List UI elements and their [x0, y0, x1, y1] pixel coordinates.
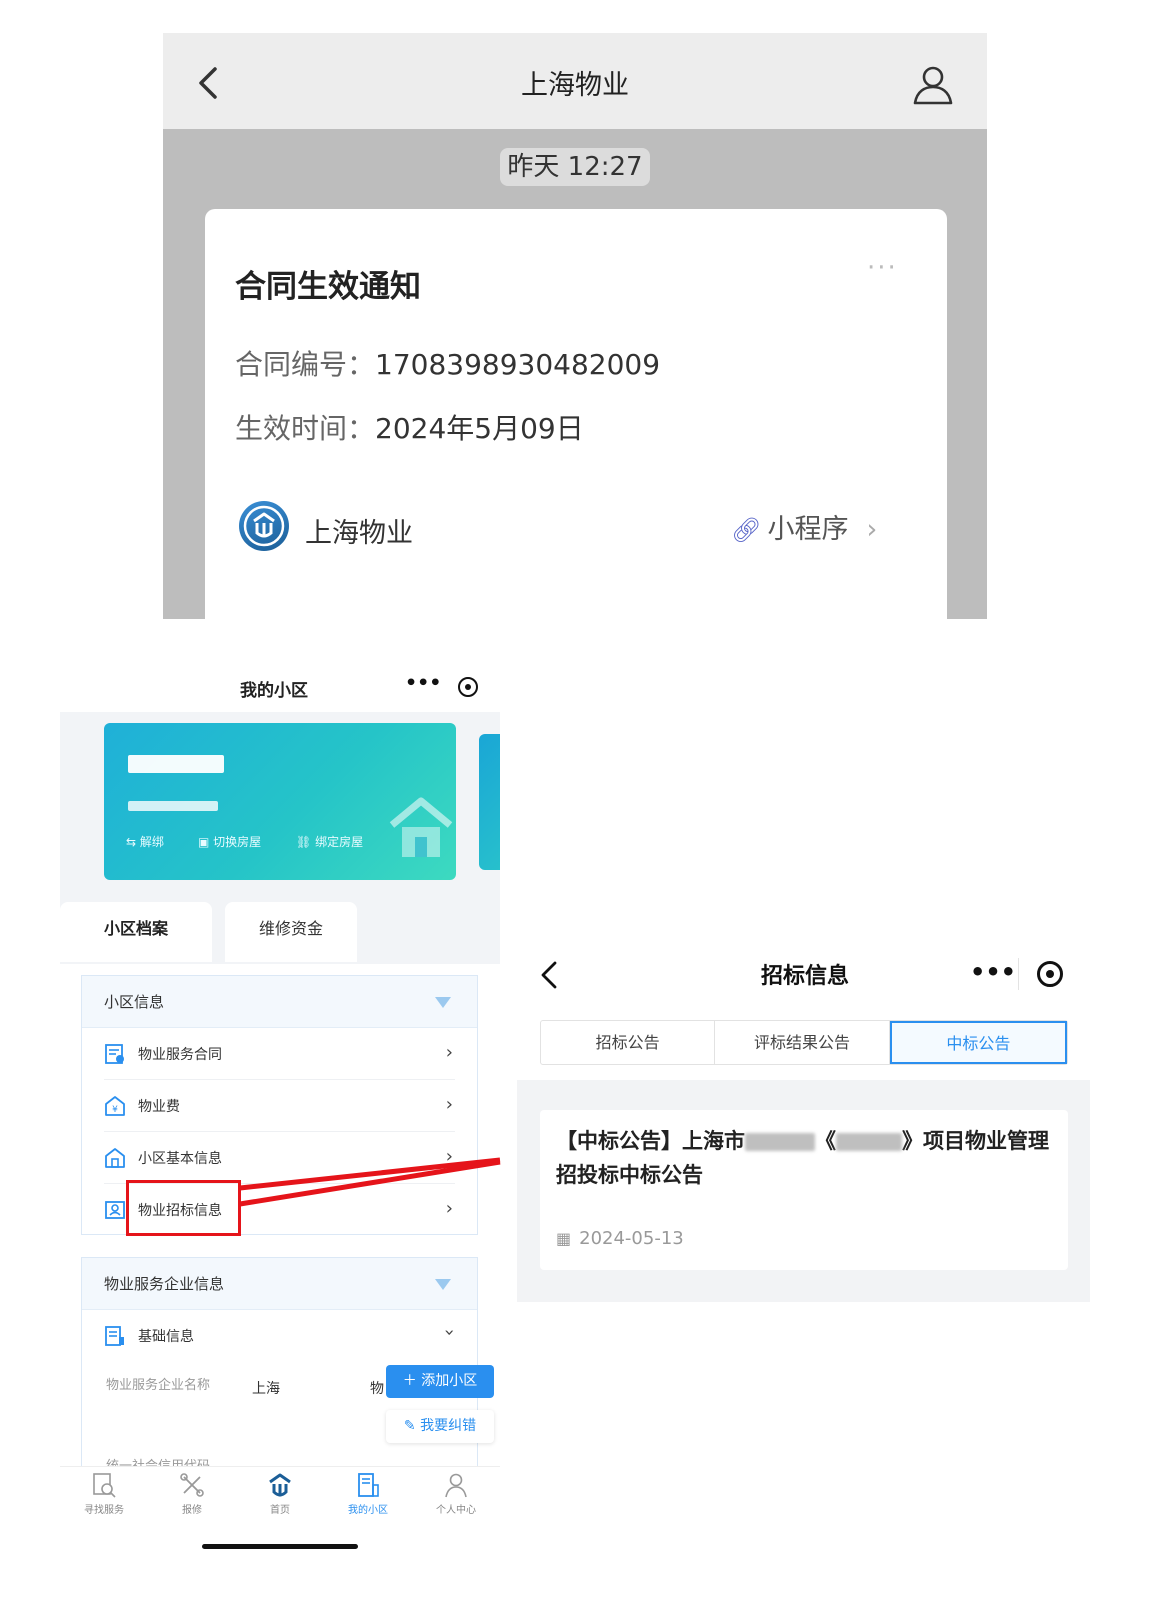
announcement-date: ▦ 2024-05-13 [556, 1228, 684, 1249]
svg-text:¥: ¥ [112, 1105, 118, 1115]
user-profile-icon[interactable] [911, 63, 955, 107]
nav-label: 首页 [270, 1505, 290, 1516]
announcement-tabs: 招标公告 评标结果公告 中标公告 [540, 1020, 1068, 1065]
close-capsule-icon[interactable] [1037, 961, 1063, 987]
section-title: 小区信息 [104, 993, 165, 1011]
list-item-service-contract[interactable]: 物业服务合同 › [104, 1028, 455, 1080]
chat-screenshot: 上海物业 昨天 12:27 合同生效通知 ··· 合同编号：1708398930… [163, 33, 987, 619]
chat-title: 上海物业 [521, 70, 629, 101]
bottom-navigation: 寻找服务 报修 首页 我的小区 个人中心 [60, 1466, 500, 1522]
chevron-right-icon: › [445, 1042, 453, 1063]
section-header[interactable]: 小区信息 [82, 976, 477, 1028]
fee-house-icon: ¥ [105, 1096, 125, 1116]
tab-evaluation-result[interactable]: 评标结果公告 [715, 1021, 890, 1064]
effective-time-value: 2024年5月09日 [375, 412, 584, 445]
tab-award-announcement[interactable]: 中标公告 [889, 1021, 1067, 1064]
house-watermark-icon [389, 797, 453, 857]
home-logo-icon [269, 1473, 291, 1497]
chevron-right-icon: › [445, 1094, 453, 1115]
card-title: 合同生效通知 [235, 269, 421, 305]
contract-number-row: 合同编号：1708398930482009 [235, 343, 660, 383]
list-item-basic-company-info[interactable]: 基础信息 › [104, 1310, 460, 1362]
list-item-label: 物业费 [138, 1099, 180, 1115]
next-house-card[interactable] [479, 734, 500, 870]
add-community-button[interactable]: ＋ 添加小区 [386, 1365, 494, 1398]
page-title: 我的小区 [240, 681, 308, 701]
announcement-card[interactable]: 【中标公告】上海市《》项目物业管理招投标中标公告 ▦ 2024-05-13 [540, 1110, 1068, 1270]
switch-house-action[interactable]: ▣ 切换房屋 [198, 833, 261, 850]
effective-time-label: 生效时间： [235, 412, 376, 445]
redacted-house-name [128, 755, 224, 773]
highlight-box [126, 1180, 241, 1236]
house-card[interactable]: ⇆ 解绑 ▣ 切换房屋 ⛓ 绑定房屋 [104, 723, 456, 880]
company-name-value: 上海 [252, 1381, 280, 1397]
nav-label: 寻找服务 [84, 1505, 124, 1516]
mini-program-link[interactable]: 🔗︎ 小程序 › [731, 507, 877, 546]
collapse-triangle-icon[interactable] [435, 1279, 451, 1290]
wrench-icon [180, 1473, 204, 1497]
calendar-icon: ▦ [556, 1229, 572, 1248]
highlight-connector [239, 1157, 501, 1207]
effective-time-row: 生效时间：2024年5月09日 [235, 407, 584, 447]
company-name-tail: 物 [370, 1381, 384, 1397]
chevron-right-icon: › [866, 514, 878, 545]
tab-maintenance-fund[interactable]: 维修资金 [225, 902, 357, 962]
chat-header: 上海物业 [163, 33, 987, 129]
nav-label: 我的小区 [348, 1505, 388, 1516]
community-building-icon [358, 1473, 379, 1497]
list-item-label: 基础信息 [138, 1329, 194, 1345]
nav-find-service[interactable]: 寻找服务 [60, 1471, 148, 1516]
message-timestamp: 昨天 12:27 [500, 148, 650, 186]
building-icon [105, 1148, 125, 1168]
list-item-property-fee[interactable]: ¥ 物业费 › [104, 1080, 455, 1132]
close-capsule-icon[interactable] [458, 677, 478, 697]
home-indicator [202, 1544, 358, 1549]
nav-home[interactable]: 首页 [236, 1471, 324, 1516]
search-doc-icon [93, 1473, 116, 1498]
capsule-divider [1018, 958, 1019, 990]
more-menu-icon[interactable]: ••• [970, 958, 1016, 986]
nav-personal-center[interactable]: 个人中心 [412, 1471, 500, 1516]
contract-doc-icon [105, 1044, 124, 1064]
brand-logo-icon [239, 501, 289, 551]
link-icon: 🔗︎ [731, 516, 762, 544]
brand-name: 上海物业 [305, 518, 413, 549]
more-menu-icon[interactable]: ••• [405, 672, 441, 694]
mini-program-label: 小程序 [767, 514, 849, 545]
list-item-label: 小区基本信息 [138, 1151, 222, 1167]
redacted-project [836, 1133, 902, 1151]
person-icon [445, 1473, 467, 1498]
chevron-down-icon: › [438, 1328, 460, 1337]
section-header[interactable]: 物业服务企业信息 [82, 1258, 477, 1310]
list-item-label: 物业服务合同 [138, 1047, 222, 1063]
collapse-triangle-icon[interactable] [435, 997, 451, 1008]
contract-number-label: 合同编号： [235, 348, 376, 381]
section-title: 物业服务企业信息 [104, 1275, 225, 1293]
nav-repair[interactable]: 报修 [148, 1471, 236, 1516]
tab-tender-announcement[interactable]: 招标公告 [541, 1021, 716, 1064]
unbind-action[interactable]: ⇆ 解绑 [126, 833, 164, 850]
redacted-house-address [128, 801, 218, 811]
more-options-icon[interactable]: ··· [867, 253, 898, 283]
tab-community-archive[interactable]: 小区档案 [60, 902, 212, 962]
contract-number-value: 1708398930482009 [375, 348, 661, 381]
bind-house-action[interactable]: ⛓ 绑定房屋 [296, 833, 363, 850]
bidding-person-icon [105, 1201, 125, 1219]
nav-label: 报修 [182, 1505, 202, 1516]
report-error-button[interactable]: ✎ 我要纠错 [386, 1410, 494, 1443]
redacted-district [745, 1133, 815, 1151]
nav-label: 个人中心 [436, 1505, 476, 1516]
nav-my-community[interactable]: 我的小区 [324, 1471, 412, 1516]
announcement-title: 【中标公告】上海市《》项目物业管理招投标中标公告 [556, 1129, 1049, 1187]
contract-notice-card[interactable]: 合同生效通知 ··· 合同编号：1708398930482009 生效时间：20… [205, 209, 947, 619]
company-name-label: 物业服务企业名称 [106, 1378, 211, 1393]
document-icon [105, 1326, 124, 1346]
